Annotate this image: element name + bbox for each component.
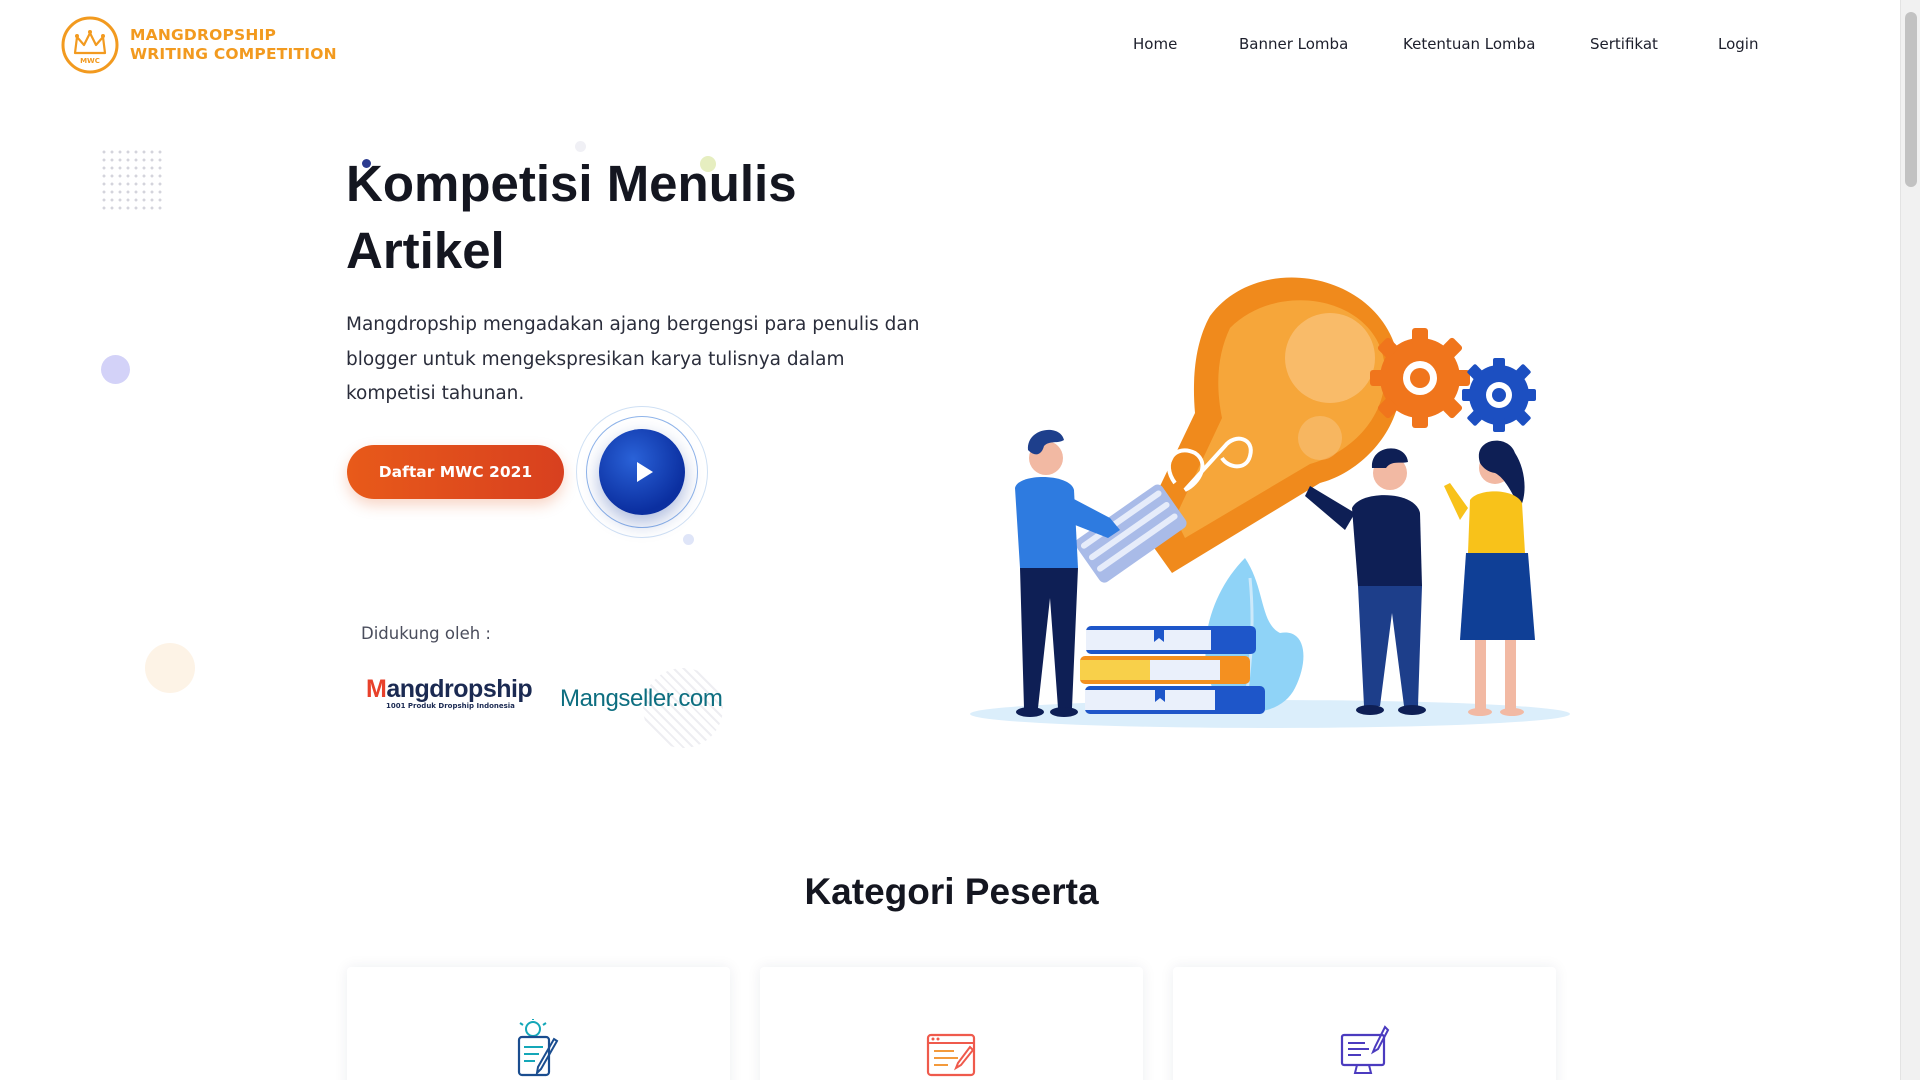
partner-logo-mangseller[interactable]: Mangseller.com xyxy=(560,685,723,713)
supported-by-label: Didukung oleh : xyxy=(361,624,491,643)
dot-grid-decoration xyxy=(100,148,164,212)
nav-sertifikat[interactable]: Sertifikat xyxy=(1590,35,1658,53)
scrollbar-thumb[interactable] xyxy=(1905,12,1917,187)
kategori-card-2[interactable] xyxy=(760,967,1143,1080)
partner-tagline: 1001 Produk Dropship Indonesia xyxy=(386,702,515,710)
man-middle-figure-icon xyxy=(1305,448,1426,715)
page-scrollbar[interactable] xyxy=(1900,0,1920,1080)
deco-circle-lavender xyxy=(101,355,130,384)
blog-monitor-icon xyxy=(1340,1025,1389,1074)
badge-text: MWC xyxy=(80,57,100,65)
brand-line-2: WRITING COMPETITION xyxy=(130,45,337,63)
register-button[interactable]: Daftar MWC 2021 xyxy=(347,445,564,499)
nav-login[interactable]: Login xyxy=(1718,35,1758,53)
hero-description: Mangdropship mengadakan ajang bergengsi … xyxy=(346,314,920,404)
play-icon xyxy=(636,462,653,482)
kategori-card-3[interactable] xyxy=(1173,967,1556,1080)
nav-home[interactable]: Home xyxy=(1133,35,1177,53)
gear-orange-icon xyxy=(1370,328,1470,428)
nav-banner-lomba[interactable]: Banner Lomba xyxy=(1239,35,1348,53)
lightbulb-icon xyxy=(1075,277,1401,583)
crown-badge-icon: MWC xyxy=(61,16,119,74)
play-button[interactable] xyxy=(599,429,685,515)
partner-logo-mangdropship[interactable]: Mangdropship 1001 Produk Dropship Indone… xyxy=(366,676,533,710)
brand-line-1: MANGDROPSHIP xyxy=(130,26,277,44)
site-header: MWC MANGDROPSHIP WRITING COMPETITION Hom… xyxy=(0,0,1900,92)
deco-circle-peach xyxy=(145,643,195,693)
hero-illustration xyxy=(970,277,1570,728)
writing-idea-icon xyxy=(517,1019,558,1077)
gear-blue-icon xyxy=(1462,358,1536,432)
nav-ketentuan-lomba[interactable]: Ketentuan Lomba xyxy=(1403,35,1535,53)
hero-title: Kompetisi Menulis Artikel xyxy=(346,155,797,279)
book-stack-icon xyxy=(1080,626,1265,714)
video-play-control xyxy=(576,406,708,538)
kategori-title: Kategori Peserta xyxy=(804,871,1099,912)
brand-logo[interactable]: MWC MANGDROPSHIP WRITING COMPETITION xyxy=(60,15,337,75)
kategori-card-1[interactable] xyxy=(347,967,730,1080)
article-edit-icon xyxy=(926,1033,975,1077)
woman-figure-icon xyxy=(1444,440,1535,716)
